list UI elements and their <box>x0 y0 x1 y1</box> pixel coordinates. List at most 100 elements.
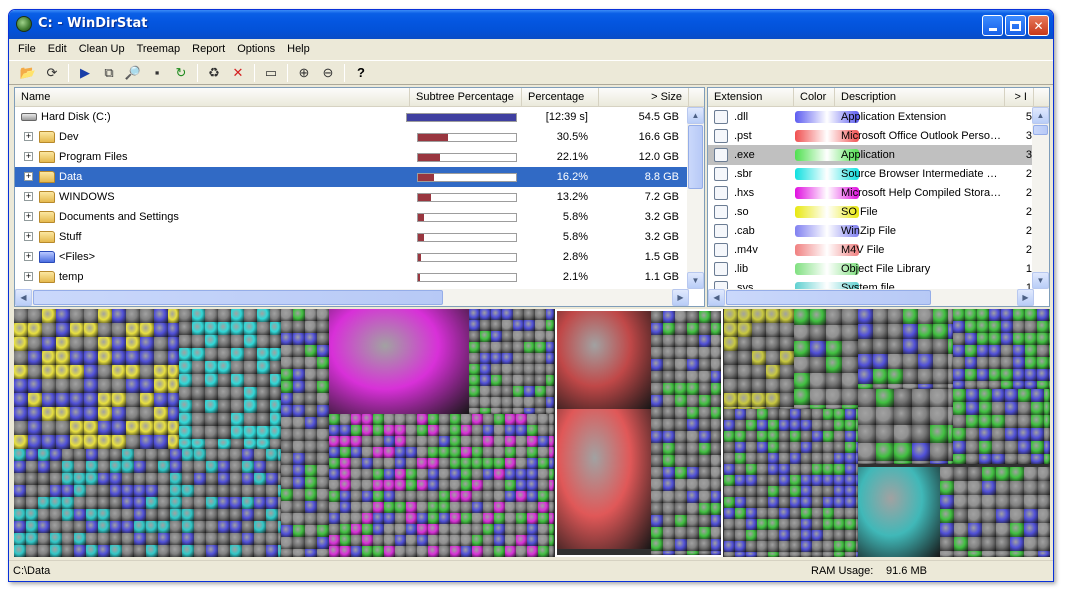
treemap-block[interactable] <box>535 386 546 397</box>
treemap-block[interactable] <box>417 480 428 491</box>
treemap-block[interactable] <box>428 513 439 524</box>
treemap-block[interactable] <box>218 426 231 439</box>
treemap-block[interactable] <box>281 405 293 417</box>
treemap-block[interactable] <box>472 480 483 491</box>
treemap-block[interactable] <box>735 552 746 557</box>
treemap-block[interactable] <box>766 393 780 407</box>
treemap-block[interactable] <box>28 393 42 407</box>
treemap-block[interactable] <box>989 333 1001 345</box>
treemap-block[interactable] <box>834 464 845 475</box>
treemap-block[interactable] <box>254 533 266 545</box>
treemap-block[interactable] <box>801 486 812 497</box>
treemap-block[interactable] <box>126 421 140 435</box>
treemap-block[interactable] <box>738 393 752 407</box>
treemap-block[interactable] <box>513 353 524 364</box>
treemap-block[interactable] <box>98 421 112 435</box>
treemap-block[interactable] <box>992 389 1005 402</box>
treemap-block[interactable] <box>230 545 242 557</box>
treemap-block[interactable] <box>86 473 98 485</box>
treemap-block[interactable] <box>50 461 62 473</box>
treemap-block[interactable] <box>516 535 527 546</box>
treemap-block[interactable] <box>780 379 794 393</box>
treemap-block[interactable] <box>122 545 134 557</box>
treemap-block[interactable] <box>823 442 834 453</box>
treemap-block[interactable] <box>351 535 362 546</box>
delete-button[interactable]: ✕ <box>227 63 249 83</box>
treemap-block[interactable] <box>395 469 406 480</box>
treemap-block[interactable] <box>790 552 801 557</box>
treemap-block[interactable] <box>98 521 110 533</box>
treemap-block[interactable] <box>168 309 179 323</box>
treemap-block[interactable] <box>329 414 340 425</box>
treemap-block[interactable] <box>14 435 28 449</box>
treemap-block[interactable] <box>192 400 205 413</box>
treemap-block[interactable] <box>146 509 158 521</box>
treemap-block[interactable] <box>231 439 244 449</box>
treemap-block[interactable] <box>170 509 182 521</box>
treemap-block[interactable] <box>384 502 395 513</box>
treemap-block[interactable] <box>810 373 826 389</box>
treemap-block[interactable] <box>491 397 502 408</box>
treemap-block[interactable] <box>491 309 502 320</box>
treemap-block[interactable] <box>56 365 70 379</box>
treemap-block[interactable] <box>480 386 491 397</box>
treemap-block[interactable] <box>724 541 735 552</box>
treemap-block[interactable] <box>351 524 362 535</box>
treemap-block[interactable] <box>362 491 373 502</box>
treemap-block[interactable] <box>254 449 266 461</box>
treemap-block[interactable] <box>305 417 317 429</box>
treemap-block[interactable] <box>724 309 738 323</box>
treemap-block[interactable] <box>1049 381 1050 389</box>
play-button[interactable]: ▶ <box>74 63 96 83</box>
treemap-block[interactable] <box>735 442 746 453</box>
treemap-block[interactable] <box>845 409 856 420</box>
treemap-block[interactable] <box>812 420 823 431</box>
treemap-block[interactable] <box>417 491 428 502</box>
treemap-block[interactable] <box>362 425 373 436</box>
treemap-block[interactable] <box>873 354 888 369</box>
treemap-block[interactable] <box>538 480 549 491</box>
treemap-block[interactable] <box>439 447 450 458</box>
treemap-block[interactable] <box>903 324 918 339</box>
treemap-block[interactable] <box>218 361 231 374</box>
treemap-block[interactable] <box>395 436 406 447</box>
table-row[interactable]: + Dev 30.5% 16.6 GB <box>15 127 689 147</box>
treemap-block[interactable] <box>1025 369 1037 381</box>
treemap-block[interactable] <box>483 535 494 546</box>
treemap-block[interactable] <box>98 379 112 393</box>
treemap-block[interactable] <box>483 436 494 447</box>
treemap-block[interactable] <box>1038 467 1050 481</box>
treemap-block[interactable] <box>472 502 483 513</box>
treemap-block[interactable] <box>1001 345 1013 357</box>
treemap-block[interactable] <box>954 467 968 481</box>
treemap-block[interactable] <box>505 513 516 524</box>
treemap-block[interactable] <box>281 357 293 369</box>
treemap-block[interactable] <box>766 365 780 379</box>
treemap-block[interactable] <box>790 420 801 431</box>
treemap-block[interactable] <box>735 497 746 508</box>
treemap-block[interactable] <box>472 425 483 436</box>
treemap-block[interactable] <box>146 473 158 485</box>
treemap-block[interactable] <box>122 509 134 521</box>
treemap-block[interactable] <box>502 320 513 331</box>
treemap-block[interactable] <box>293 525 305 537</box>
treemap-block[interactable] <box>112 393 126 407</box>
treemap-block[interactable] <box>281 477 293 489</box>
treemap-block[interactable] <box>50 497 62 509</box>
treemap-block[interactable] <box>527 425 538 436</box>
treemap-block[interactable] <box>845 431 856 442</box>
treemap-block[interactable] <box>218 348 231 361</box>
treemap-block[interactable] <box>62 533 74 545</box>
treemap-block[interactable] <box>461 469 472 480</box>
treemap-block[interactable] <box>14 365 28 379</box>
treemap-block[interactable] <box>1044 428 1050 441</box>
treemap-block[interactable] <box>1044 389 1050 402</box>
treemap-block[interactable] <box>70 337 84 351</box>
treemap-block[interactable] <box>1038 495 1050 509</box>
treemap-block[interactable] <box>293 513 305 525</box>
treemap-block[interactable] <box>527 535 538 546</box>
treemap-block[interactable] <box>1044 441 1050 454</box>
treemap-block[interactable] <box>953 415 966 428</box>
treemap-block[interactable] <box>549 469 554 480</box>
treemap-block[interactable] <box>62 509 74 521</box>
